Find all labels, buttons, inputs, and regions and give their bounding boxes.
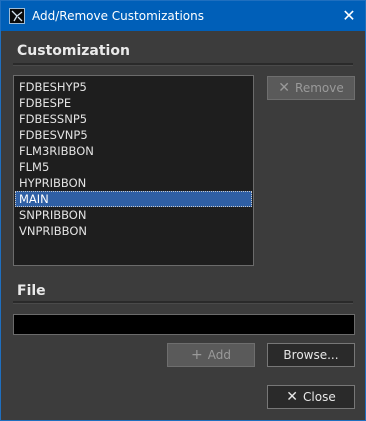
browse-button[interactable]: Browse... xyxy=(267,343,355,367)
list-item[interactable]: FDBESVNP5 xyxy=(15,127,252,143)
plus-icon: + xyxy=(191,347,203,363)
customization-divider xyxy=(13,63,353,66)
list-item[interactable]: FLM5 xyxy=(15,159,252,175)
customization-heading: Customization xyxy=(17,43,130,59)
list-item[interactable]: FDBESHYP5 xyxy=(15,79,252,95)
add-button[interactable]: + Add xyxy=(167,343,255,367)
title-bar: Add/Remove Customizations ✕ xyxy=(1,1,365,31)
list-item[interactable]: HYPRIBBON xyxy=(15,175,252,191)
list-item[interactable]: FDBESSNP5 xyxy=(15,111,252,127)
dialog-window: Add/Remove Customizations ✕ Customizatio… xyxy=(0,0,366,421)
file-divider xyxy=(13,301,353,304)
remove-button-label: Remove xyxy=(295,81,344,95)
customization-list[interactable]: FDBESHYP5 FDBESPE FDBESSNP5 FDBESVNP5 FLM3RI… xyxy=(13,75,254,266)
list-item[interactable]: VNPRIBBON xyxy=(15,223,252,239)
list-item[interactable]: MAIN xyxy=(15,191,252,207)
window-close-button[interactable]: ✕ xyxy=(333,1,365,31)
file-path-field[interactable] xyxy=(13,314,355,335)
app-icon xyxy=(9,8,25,24)
list-item[interactable]: SNPRIBBON xyxy=(15,207,252,223)
close-icon: ✕ xyxy=(286,389,299,405)
close-button[interactable]: ✕ Close xyxy=(267,385,355,409)
list-item[interactable]: FLM3RIBBON xyxy=(15,143,252,159)
window-title: Add/Remove Customizations xyxy=(32,9,204,23)
file-heading: File xyxy=(17,283,46,299)
add-button-label: Add xyxy=(207,348,231,362)
close-icon: ✕ xyxy=(278,80,291,96)
list-item[interactable]: FDBESPE xyxy=(15,95,252,111)
close-button-label: Close xyxy=(303,390,336,404)
remove-button[interactable]: ✕ Remove xyxy=(267,76,355,100)
